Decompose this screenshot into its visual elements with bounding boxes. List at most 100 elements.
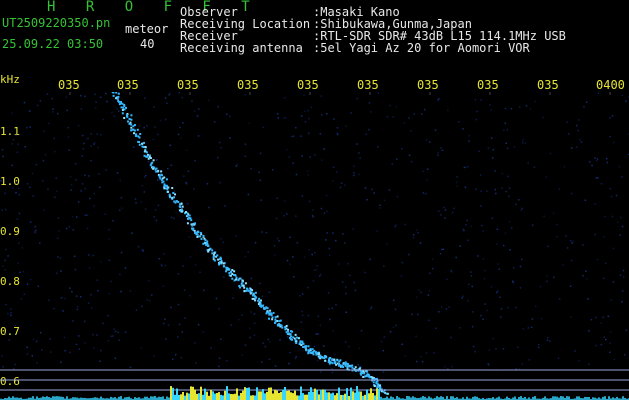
spectrogram-plot	[0, 92, 629, 400]
trace-pixel	[130, 118, 133, 121]
noise-pixel	[439, 253, 442, 255]
noise-pixel	[408, 117, 410, 119]
noise-pixel	[545, 176, 547, 178]
noise-pixel	[379, 204, 381, 206]
noise-pixel	[262, 126, 265, 129]
noise-pixel	[48, 299, 50, 301]
noise-pixel	[44, 154, 47, 156]
noise-pixel	[615, 194, 618, 197]
noise-pixel	[307, 109, 309, 112]
noise-pixel	[557, 357, 560, 359]
signal-bar	[192, 386, 194, 400]
noise-pixel	[276, 113, 279, 115]
trace-pixel	[225, 268, 228, 271]
noise-pixel	[509, 249, 511, 251]
noise-pixel	[383, 199, 386, 202]
signal-bar	[162, 396, 164, 400]
noise-pixel	[556, 223, 558, 226]
noise-pixel	[1, 355, 3, 357]
trace-pixel	[366, 370, 369, 373]
noise-pixel	[20, 298, 23, 300]
noise-pixel	[490, 137, 493, 139]
noise-pixel	[339, 186, 342, 189]
noise-pixel	[415, 335, 417, 337]
noise-pixel	[105, 92, 107, 95]
noise-pixel	[156, 159, 158, 161]
noise-pixel	[124, 331, 127, 333]
noise-pixel	[157, 204, 160, 207]
signal-bar	[280, 391, 282, 400]
noise-pixel	[26, 346, 28, 349]
signal-bar	[332, 392, 334, 400]
noise-pixel	[119, 209, 121, 211]
trace-pixel	[313, 349, 316, 352]
signal-bar	[208, 395, 210, 400]
noise-pixel	[146, 125, 148, 127]
trace-pixel	[285, 331, 288, 334]
noise-pixel	[261, 361, 263, 363]
noise-pixel	[580, 141, 583, 143]
signal-bar	[298, 395, 300, 400]
noise-pixel	[396, 158, 398, 160]
noise-pixel	[415, 229, 418, 232]
noise-pixel	[450, 336, 452, 339]
trace-pixel	[270, 314, 273, 317]
noise-pixel	[138, 125, 141, 127]
trace-pixel	[199, 231, 202, 234]
noise-pixel	[229, 137, 231, 139]
noise-pixel	[162, 285, 164, 287]
noise-pixel	[177, 303, 180, 306]
noise-pixel	[72, 320, 74, 322]
trace-pixel	[163, 176, 166, 179]
trace-pixel	[117, 100, 120, 102]
trace-pixel	[274, 316, 277, 319]
noise-pixel	[513, 146, 516, 148]
noise-pixel	[470, 225, 472, 228]
noise-pixel	[310, 106, 313, 109]
noise-pixel	[442, 248, 445, 250]
noise-pixel	[292, 256, 294, 258]
noise-pixel	[141, 249, 144, 251]
noise-pixel	[134, 198, 137, 200]
noise-pixel	[164, 318, 166, 320]
time-tick: 035	[297, 78, 319, 92]
noise-pixel	[307, 174, 309, 176]
antenna-label: Receiving antenna	[180, 41, 303, 55]
noise-pixel	[108, 228, 110, 231]
noise-pixel	[479, 174, 482, 176]
noise-pixel	[292, 162, 294, 164]
noise-pixel	[569, 285, 572, 287]
noise-pixel	[488, 364, 490, 366]
noise-pixel	[119, 273, 121, 276]
noise-pixel	[570, 316, 572, 318]
trace-pixel	[336, 359, 339, 362]
noise-pixel	[518, 199, 520, 201]
noise-pixel	[527, 162, 529, 164]
noise-pixel	[28, 110, 31, 112]
noise-pixel	[326, 113, 328, 115]
noise-pixel	[595, 316, 597, 319]
noise-pixel	[429, 141, 431, 143]
trace-pixel	[382, 390, 385, 393]
noise-pixel	[563, 166, 566, 168]
trace-pixel	[162, 180, 165, 183]
noise-pixel	[510, 108, 513, 110]
trace-pixel	[254, 299, 257, 302]
noise-pixel	[84, 174, 86, 177]
noise-pixel	[56, 190, 58, 193]
noise-pixel	[625, 329, 628, 331]
noise-pixel	[157, 133, 159, 136]
noise-pixel	[619, 274, 622, 276]
noise-pixel	[360, 330, 363, 332]
noise-pixel	[438, 98, 440, 100]
noise-pixel	[83, 142, 85, 145]
signal-bar	[348, 396, 350, 400]
noise-pixel	[408, 253, 410, 256]
noise-pixel	[591, 164, 593, 167]
trace-pixel	[298, 337, 300, 340]
noise-pixel	[119, 179, 121, 182]
trace-pixel	[165, 178, 168, 181]
noise-pixel	[512, 281, 515, 284]
noise-pixel	[370, 306, 373, 309]
noise-pixel	[295, 215, 297, 217]
